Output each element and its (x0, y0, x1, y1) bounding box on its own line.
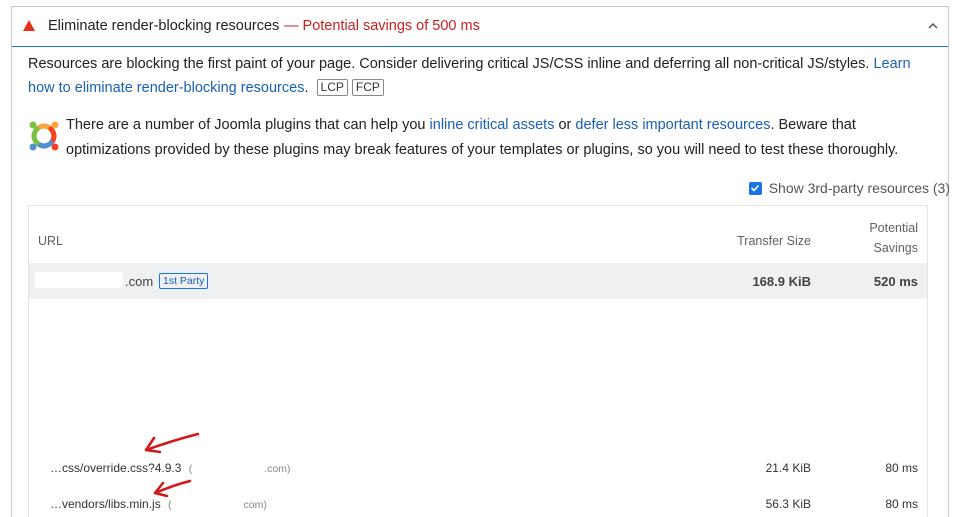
column-header-potential-savings: Potential Savings (869, 218, 918, 258)
plugin-note-prefix: There are a number of Joomla plugins tha… (66, 117, 426, 133)
resource-host-prefix: ( (188, 463, 193, 475)
resource-host-suffix: com) (243, 499, 267, 511)
column-header-url: URL (38, 234, 64, 248)
resource-url[interactable]: …css/override.css?4.9.3 ( .com) (50, 461, 290, 475)
warning-triangle-icon (23, 20, 35, 31)
description-period: . (304, 80, 309, 96)
resource-savings: 80 ms (885, 461, 918, 475)
savings-header-line2: Savings (873, 241, 918, 255)
resource-host-suffix: .com) (264, 463, 291, 475)
third-party-toggle[interactable]: Show 3rd-party resources (3) (748, 180, 950, 196)
resource-host: ( .com) (189, 463, 291, 475)
audit-savings: — Potential savings of 500 ms (284, 18, 480, 34)
table-row: …vendors/libs.min.js ( com) 56.3 KiB 80 m… (29, 497, 927, 517)
chevron-up-icon[interactable] (926, 19, 940, 33)
third-party-checkbox[interactable] (748, 181, 762, 195)
column-header-transfer-size: Transfer Size (737, 234, 811, 248)
group-domain: .com (125, 274, 154, 289)
group-savings: 520 ms (873, 274, 918, 289)
plugin-note: There are a number of Joomla plugins tha… (66, 113, 932, 163)
resource-path: …css/override.css?4.9.3 (50, 461, 182, 475)
audit-header[interactable]: Eliminate render-blocking resources — Po… (12, 7, 948, 47)
checkmark-icon (751, 184, 760, 192)
resource-url[interactable]: …vendors/libs.min.js ( com) (50, 497, 267, 511)
table-row: …css/override.css?4.9.3 (.com) 21.4 KiB … (29, 461, 927, 481)
entity-group-row: .com 1st Party 168.9 KiB 520 ms (29, 263, 927, 299)
group-transfer-size: 168.9 KiB (752, 274, 811, 289)
tag-fcp: FCP (351, 79, 384, 96)
audit-description: Resources are blocking the first paint o… (28, 52, 928, 100)
savings-header-line1: Potential (869, 221, 918, 235)
resource-host-prefix: ( (168, 499, 172, 511)
resource-path: …vendors/libs.min.js (50, 497, 161, 511)
first-party-badge: 1st Party (159, 273, 209, 289)
joomla-logo-icon (29, 121, 59, 151)
tag-lcp: LCP (316, 79, 348, 96)
plugin-note-middle: or (558, 117, 572, 133)
inline-critical-assets-link[interactable]: inline critical assets (430, 117, 555, 133)
description-text: Resources are blocking the first paint o… (28, 56, 870, 72)
redacted-domain (35, 272, 123, 288)
resource-transfer-size: 56.3 KiB (765, 497, 811, 511)
resource-savings: 80 ms (885, 497, 918, 511)
resource-transfer-size: 21.4 KiB (765, 461, 811, 475)
third-party-label: Show 3rd-party resources (3) (768, 180, 950, 196)
resources-table: URL Transfer Size Potential Savings .com… (28, 205, 928, 517)
defer-resources-link[interactable]: defer less important resources (575, 117, 770, 133)
audit-title: Eliminate render-blocking resources (48, 18, 280, 34)
resource-host: ( com) (168, 499, 267, 511)
